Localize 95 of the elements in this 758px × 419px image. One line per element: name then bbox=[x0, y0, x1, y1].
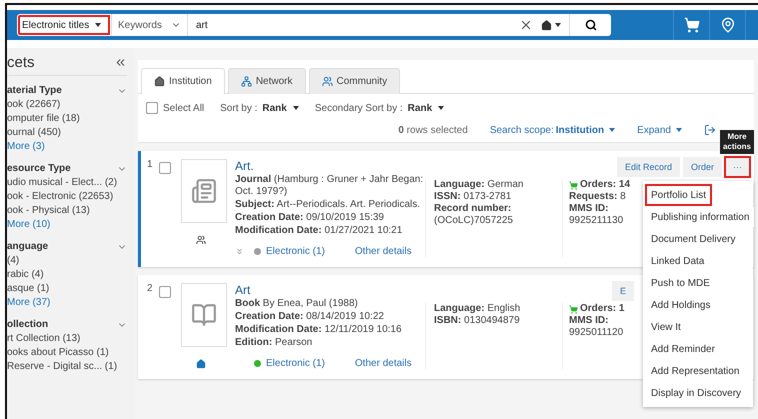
more-link[interactable]: More (37) bbox=[7, 296, 135, 310]
other-details-link[interactable]: Other details bbox=[354, 358, 412, 369]
facet-item[interactable]: ournal (450) bbox=[7, 126, 135, 140]
facet-item[interactable]: udio musical - Elect... (2) bbox=[7, 176, 135, 190]
other-details-link[interactable]: Other details bbox=[354, 246, 412, 257]
cart-icon bbox=[569, 304, 578, 314]
record-field: Creation Date: 09/10/2019 15:39 bbox=[235, 212, 425, 224]
availability-link[interactable]: Electronic (1) bbox=[254, 358, 325, 369]
caret-icon bbox=[555, 23, 561, 27]
record-field: MMS ID: 9925011120 bbox=[569, 315, 631, 339]
cart-icon bbox=[569, 180, 578, 190]
export-icon[interactable] bbox=[704, 124, 716, 136]
record-field: Edition: Pearson bbox=[235, 337, 425, 349]
search-box[interactable]: art bbox=[187, 14, 569, 36]
clear-button[interactable] bbox=[519, 18, 533, 32]
facet-group-title[interactable]: esource Type bbox=[7, 163, 71, 174]
record-field: Creation Date: 08/14/2019 10:22 bbox=[235, 311, 425, 323]
book-icon bbox=[191, 302, 217, 328]
rows-selected-text: 0 rows selected bbox=[398, 124, 468, 136]
menu-item[interactable]: Portfolio List bbox=[646, 185, 712, 205]
search-button[interactable] bbox=[569, 14, 611, 36]
availability-link[interactable]: Electronic (1) bbox=[254, 246, 325, 257]
sort-dropdown[interactable]: Rank bbox=[262, 102, 299, 114]
collapse-icon[interactable] bbox=[114, 56, 127, 69]
caret-icon bbox=[609, 128, 616, 132]
newspaper-icon bbox=[191, 178, 217, 204]
action-button[interactable]: Edit Record bbox=[616, 157, 680, 177]
select-all-checkbox[interactable] bbox=[146, 102, 158, 114]
record-field: Record number: (OCoLC)7057225 bbox=[434, 203, 562, 227]
facet-group-title[interactable]: anguage bbox=[7, 241, 48, 252]
facet-item[interactable]: ook - Electronic (22653) bbox=[7, 190, 135, 204]
home-icon bbox=[541, 20, 552, 30]
facet-item[interactable]: ook (22667) bbox=[7, 98, 135, 112]
record-field: ISBN: 0130494879 bbox=[434, 315, 562, 327]
more-link[interactable]: More (3) bbox=[7, 140, 135, 154]
record-number: 2 bbox=[147, 283, 154, 296]
search-scope-dropdown[interactable]: Search scope: Institution bbox=[490, 124, 616, 136]
sort-label: Secondary Sort by : bbox=[314, 102, 403, 114]
facet-group-title[interactable]: aterial Type bbox=[7, 85, 62, 96]
more-actions-button[interactable]: ··· bbox=[725, 157, 750, 177]
facet-item[interactable]: rt Collection (13) bbox=[7, 332, 135, 346]
tab[interactable]: Institution bbox=[141, 68, 225, 94]
search-icon bbox=[584, 19, 596, 31]
caret-icon bbox=[676, 128, 682, 132]
people-icon bbox=[322, 76, 332, 87]
record-number: 1 bbox=[147, 159, 154, 172]
select-all-label: Select All bbox=[163, 102, 204, 114]
record-field: Journal (Hamburg : Gruner + Jahr Began: Oct. 1979?) bbox=[235, 174, 425, 198]
home-icon bbox=[196, 359, 206, 369]
caret-icon bbox=[292, 106, 299, 110]
facet-item[interactable]: Reserve - Digital sc... (1) bbox=[7, 360, 135, 374]
facet-group-title[interactable]: ollection bbox=[7, 319, 48, 330]
sort-dropdown[interactable]: Rank bbox=[408, 102, 444, 114]
close-icon bbox=[519, 18, 533, 32]
record-field: Modification Date: 12/11/2019 10:16 bbox=[235, 324, 425, 336]
facet-item[interactable]: ook - Physical (13) bbox=[7, 204, 135, 218]
sort-label: Sort by : bbox=[220, 102, 258, 114]
record-field: MMS ID: 9925211130 bbox=[569, 203, 631, 227]
network-icon bbox=[240, 76, 252, 87]
record-field: Language: German bbox=[434, 179, 562, 191]
orders-field: Orders: 1 bbox=[569, 303, 631, 315]
home-icon bbox=[154, 76, 165, 87]
field-dropdown[interactable]: Keywords bbox=[111, 14, 187, 36]
home-dropdown[interactable] bbox=[541, 20, 561, 30]
cart-icon bbox=[684, 17, 700, 33]
more-link[interactable]: More (10) bbox=[7, 218, 135, 232]
facet-item[interactable]: (4) bbox=[7, 254, 135, 268]
facet-item[interactable]: rabic (4) bbox=[7, 268, 135, 282]
expand-dropdown[interactable]: Expand bbox=[637, 124, 682, 136]
facet-item[interactable]: ooks about Picasso (1) bbox=[7, 346, 135, 360]
caret-icon bbox=[95, 23, 102, 27]
record-field: ISSN: 0173-2781 bbox=[434, 191, 562, 203]
tooltip: More actions bbox=[720, 130, 754, 154]
scope-dropdown[interactable]: Electronic titles bbox=[17, 14, 111, 36]
tab[interactable]: Network bbox=[228, 68, 306, 94]
tab[interactable]: Community bbox=[308, 68, 400, 94]
facet-item[interactable]: asque (1) bbox=[7, 282, 135, 296]
record-field: Requests: 8 bbox=[569, 191, 631, 203]
record-checkbox[interactable] bbox=[159, 286, 171, 298]
record-title[interactable]: Art. bbox=[235, 159, 425, 173]
action-button[interactable]: E bbox=[612, 281, 634, 301]
facets-title: cets bbox=[7, 54, 35, 71]
people-icon bbox=[196, 235, 206, 245]
orders-field: Orders: 14 bbox=[569, 179, 631, 191]
record-field: Book By Enea, Paul (1988) bbox=[235, 298, 425, 310]
record-checkbox[interactable] bbox=[159, 162, 171, 174]
record-field: Modification Date: 01/27/2021 10:21 bbox=[235, 225, 425, 237]
location-icon bbox=[720, 17, 736, 33]
facet-item[interactable]: omputer file (18) bbox=[7, 112, 135, 126]
caret-icon bbox=[438, 106, 444, 110]
expand-icon[interactable] bbox=[235, 247, 244, 256]
record-title[interactable]: Art bbox=[235, 283, 425, 297]
record-field: Language: English bbox=[434, 303, 562, 315]
action-button[interactable]: Order bbox=[682, 157, 722, 177]
record-field: Subject: Art--Periodicals. Art. Periodicals. bbox=[235, 199, 425, 211]
